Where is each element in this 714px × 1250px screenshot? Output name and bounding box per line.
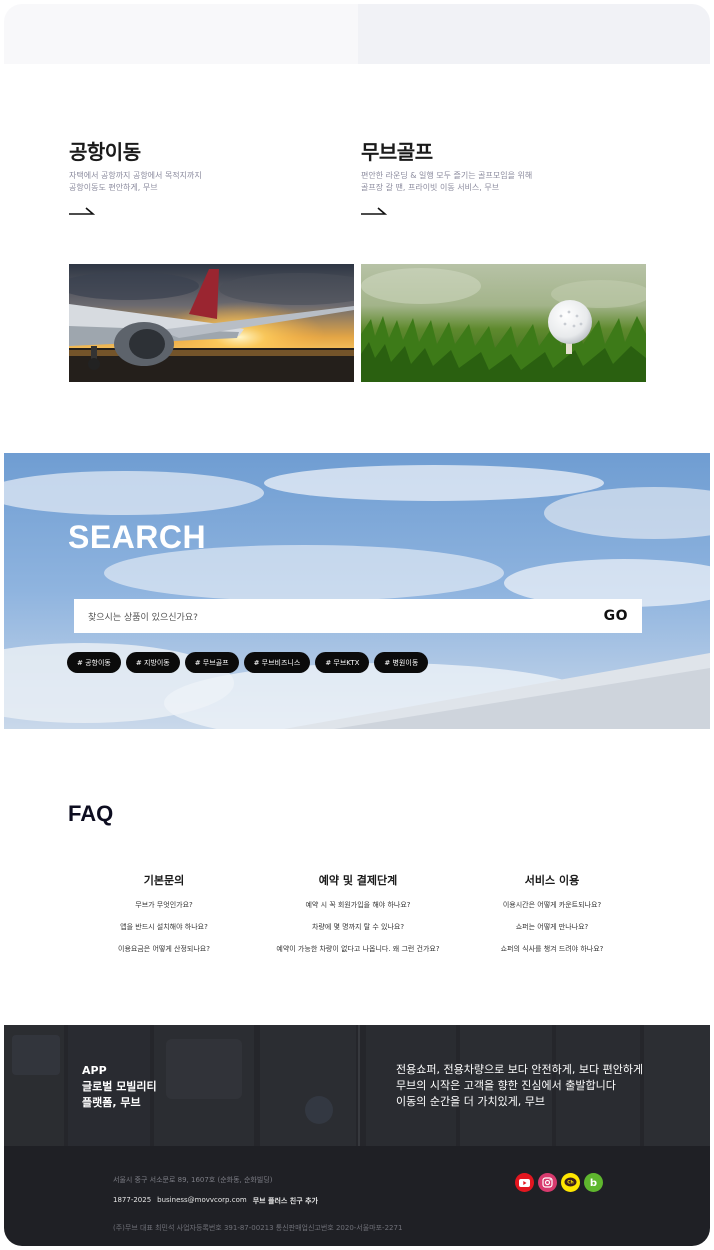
footer-address: 서울시 중구 서소문로 89, 1607호 (순화동, 순화빌딩) — [113, 1176, 273, 1184]
footer-corp-info: (주)무브 대표 최민석 사업자등록번호 391-87-00213 통신판매업신… — [113, 1224, 403, 1232]
top-banner-right[interactable] — [358, 4, 710, 64]
svg-text:Ch: Ch — [567, 1180, 574, 1186]
footer: 서울시 중구 서소문로 89, 1607호 (순화동, 순화빌딩) 1877-2… — [4, 1146, 710, 1246]
app-banner-title: APP 글로벌 모빌리티 플랫폼, 무브 — [82, 1064, 157, 1109]
faq-column-service: 서비스 이용 이용시간은 어떻게 카운트되나요? 쇼퍼는 어떻게 만나나요? 쇼… — [447, 872, 657, 965]
page-frame: 공항이동 자택에서 공항까지 공항에서 목적지까지 공항이동도 편안하게, 무브 — [4, 4, 710, 1246]
search-tag-list: # 공항이동 # 지방이동 # 무브골프 # 무브비즈니스 # 무브KTX # … — [67, 652, 429, 673]
footer-email[interactable]: business@movvcorp.com — [157, 1196, 247, 1206]
faq-item[interactable]: 예약이 가능한 차량이 없다고 나옵니다. 왜 그런 건가요? — [253, 943, 463, 965]
faq-item[interactable]: 이용요금은 어떻게 산정되나요? — [59, 943, 269, 965]
arrow-right-icon[interactable] — [69, 206, 95, 216]
faq-item[interactable]: 쇼퍼는 어떻게 만나나요? — [447, 921, 657, 943]
footer-contact: 1877-2025 business@movvcorp.com 무브 플러스 친… — [113, 1196, 318, 1206]
airplane-sunset-photo — [69, 264, 354, 382]
app-banner[interactable]: APP 글로벌 모빌리티 플랫폼, 무브 전용쇼퍼, 전용차량으로 보다 안전하… — [4, 1025, 710, 1146]
faq-heading: 서비스 이용 — [524, 874, 580, 887]
search-section: SEARCH 찾으시는 상품이 있으신가요? GO # 공항이동 # 지방이동 … — [4, 453, 710, 729]
service-title: 공항이동 — [69, 140, 141, 164]
footer-kakao-link[interactable]: 무브 플러스 친구 추가 — [253, 1196, 318, 1206]
service-golf[interactable]: 무브골프 편안한 라운딩 & 일행 모두 즐기는 골프모임을 위해 골프장 갈 … — [361, 136, 646, 382]
faq-title: FAQ — [68, 801, 114, 826]
kakao-channel-icon[interactable]: Ch — [561, 1173, 580, 1192]
service-description: 자택에서 공항까지 공항에서 목적지까지 공항이동도 편안하게, 무브 — [69, 171, 202, 192]
search-tag[interactable]: # 무브비즈니스 — [243, 652, 311, 673]
arrow-right-icon[interactable] — [361, 206, 387, 216]
search-tag[interactable]: # 무브KTX — [315, 652, 370, 673]
search-tag[interactable]: # 병원이동 — [374, 652, 429, 673]
youtube-icon[interactable] — [515, 1173, 534, 1192]
faq-item[interactable]: 무브가 무엇인가요? — [59, 899, 269, 921]
search-go-button[interactable]: GO — [604, 608, 628, 624]
app-banner-slogan: 전용쇼퍼, 전용차량으로 보다 안전하게, 보다 편안하게 무브의 시작은 고객… — [396, 1063, 644, 1108]
top-banner — [4, 4, 710, 64]
faq-column-booking: 예약 및 결제단계 예약 시 꼭 회원가입을 해야 하나요? 차량에 몇 명까지… — [253, 872, 463, 965]
search-tag[interactable]: # 공항이동 — [67, 652, 121, 673]
faq-heading: 예약 및 결제단계 — [318, 874, 398, 887]
service-airport[interactable]: 공항이동 자택에서 공항까지 공항에서 목적지까지 공항이동도 편안하게, 무브 — [69, 136, 354, 382]
faq-item[interactable]: 쇼퍼의 식사를 챙겨 드려야 하나요? — [447, 943, 657, 965]
footer-phone[interactable]: 1877-2025 — [113, 1196, 151, 1206]
faq-item[interactable]: 차량에 몇 명까지 탈 수 있나요? — [253, 921, 463, 943]
instagram-icon[interactable] — [538, 1173, 557, 1192]
search-tag[interactable]: # 지방이동 — [125, 652, 180, 673]
search-input[interactable]: 찾으시는 상품이 있으신가요? GO — [74, 599, 642, 633]
sky-background — [4, 453, 710, 729]
svg-text:b: b — [590, 1178, 597, 1188]
faq-item[interactable]: 이용시간은 어떻게 카운트되나요? — [447, 899, 657, 921]
search-placeholder: 찾으시는 상품이 있으신가요? — [88, 613, 198, 623]
golf-ball-photo — [361, 264, 646, 382]
service-description: 편안한 라운딩 & 일행 모두 즐기는 골프모임을 위해 골프장 갈 땐, 프라… — [361, 171, 533, 192]
top-banner-left[interactable] — [4, 4, 358, 64]
social-links: Ch b — [515, 1173, 603, 1192]
faq-item[interactable]: 예약 시 꼭 회원가입을 해야 하나요? — [253, 899, 463, 921]
search-tag[interactable]: # 무브골프 — [184, 652, 239, 673]
faq-heading: 기본문의 — [143, 874, 185, 887]
blog-icon[interactable]: b — [584, 1173, 603, 1192]
faq-item[interactable]: 앱을 반드시 설치해야 하나요? — [59, 921, 269, 943]
faq-column-basic: 기본문의 무브가 무엇인가요? 앱을 반드시 설치해야 하나요? 이용요금은 어… — [59, 872, 269, 965]
search-title: SEARCH — [68, 519, 207, 555]
service-title: 무브골프 — [361, 140, 433, 164]
